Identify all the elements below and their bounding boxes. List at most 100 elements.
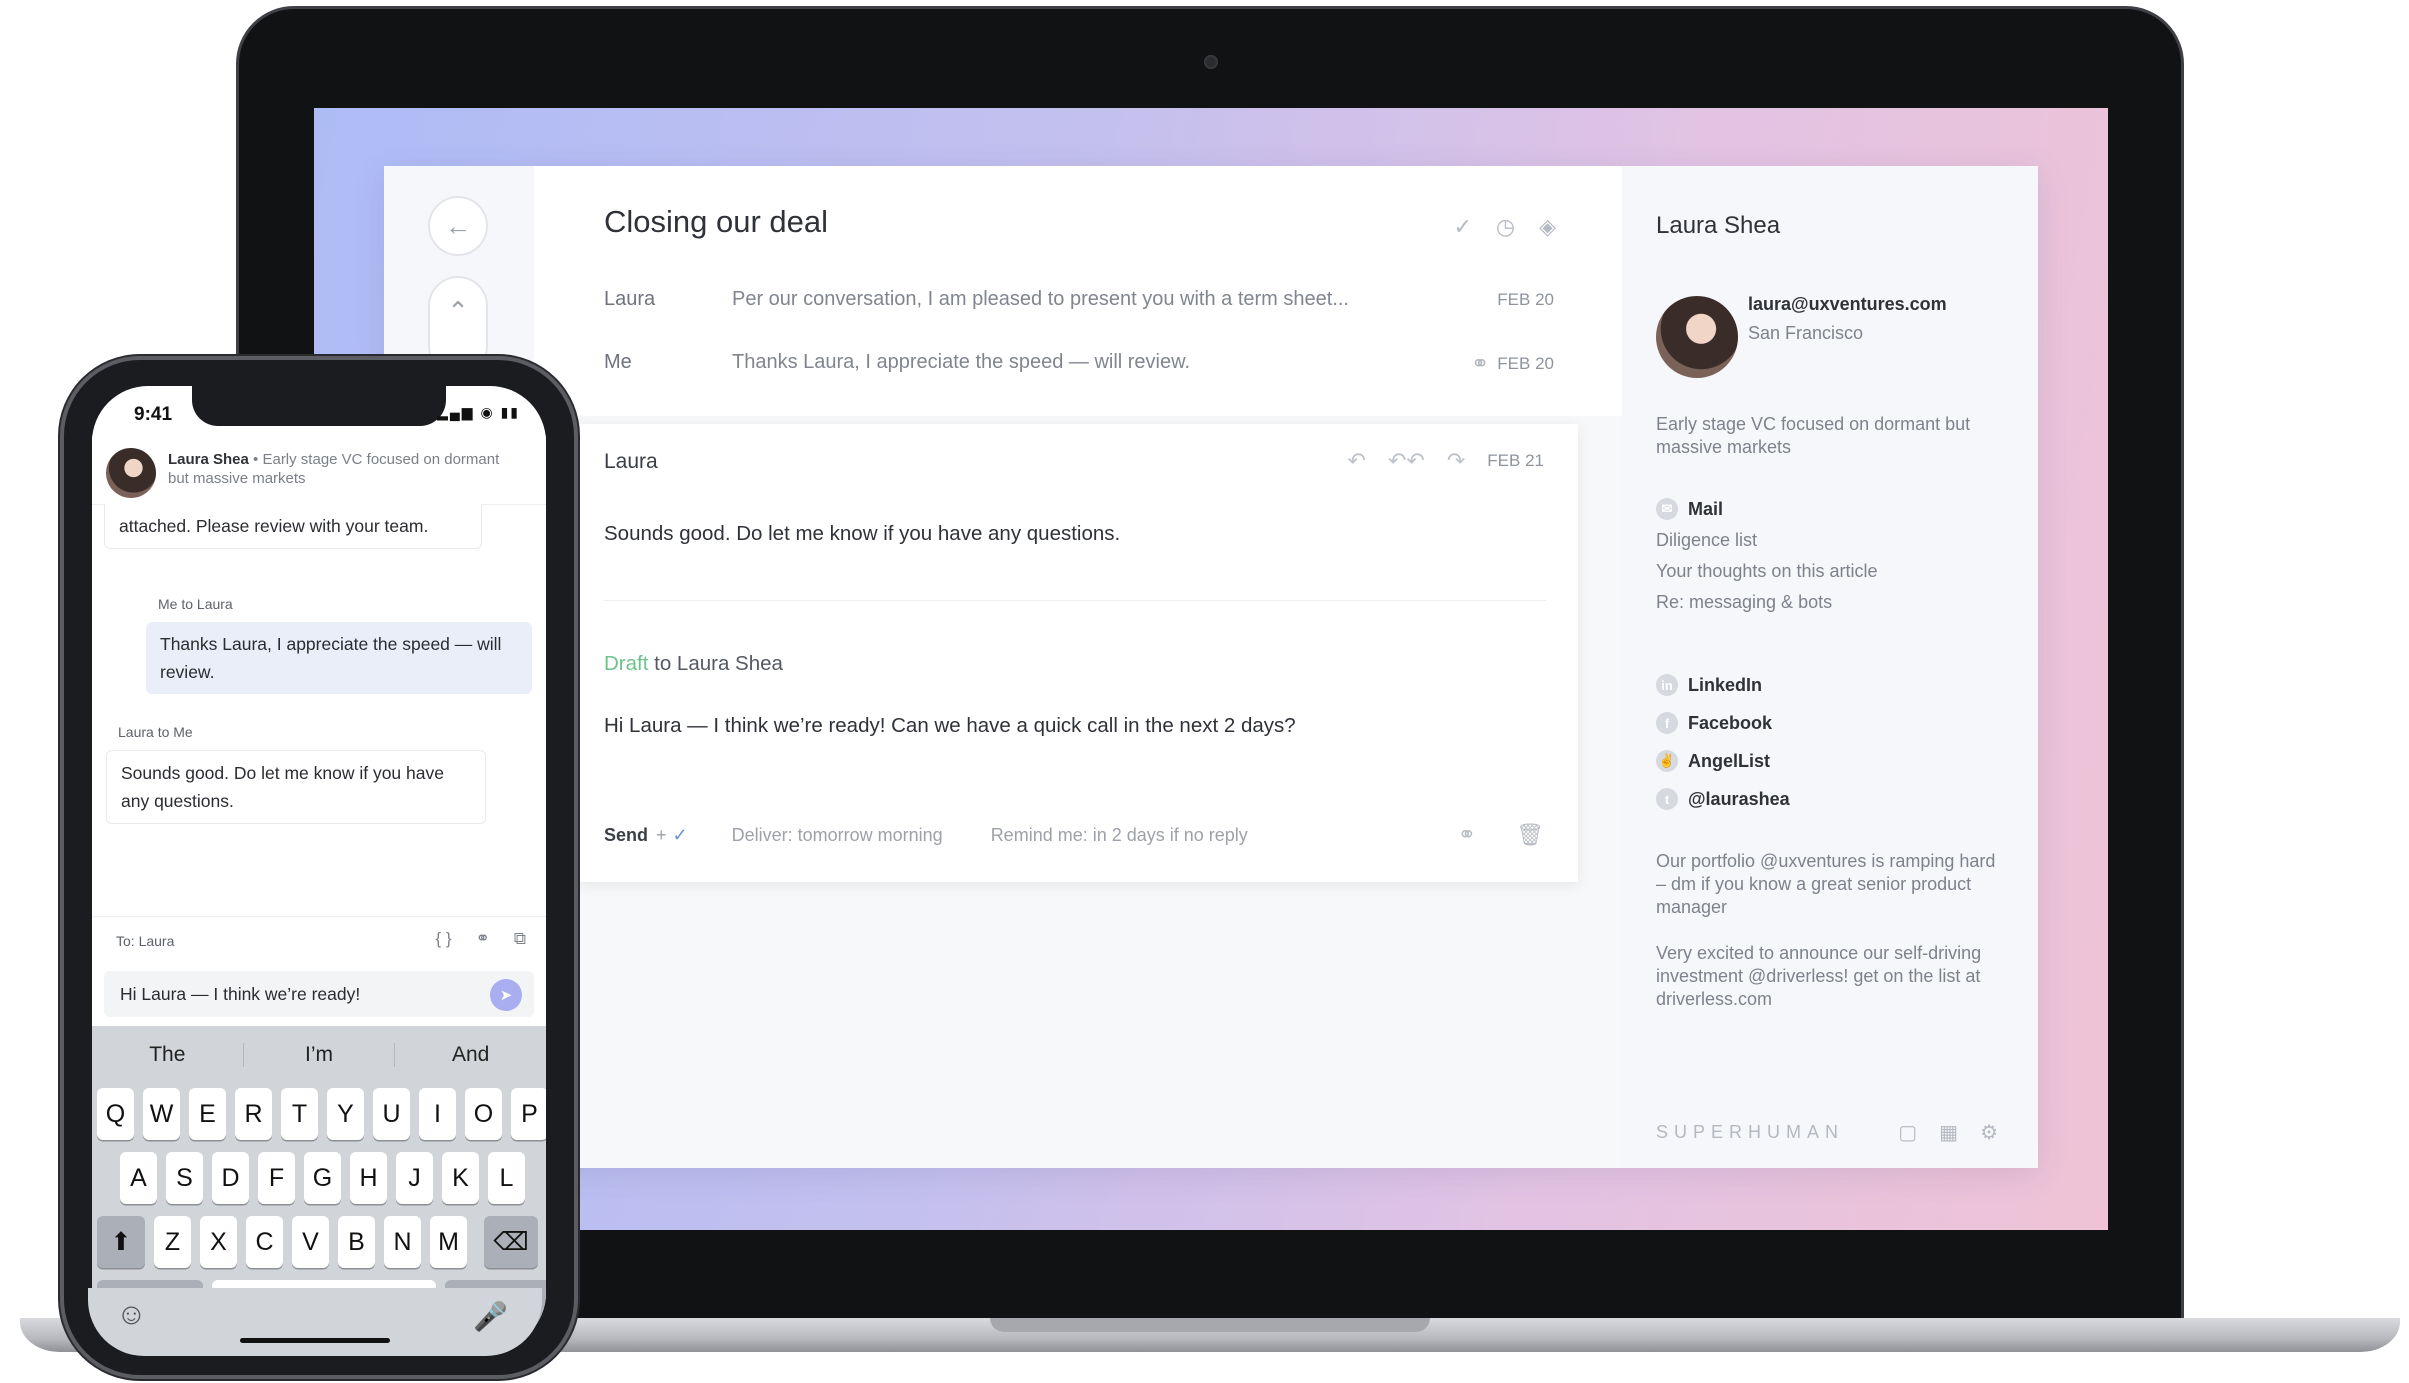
- backspace-icon: ⌫: [493, 1228, 529, 1256]
- check-icon[interactable]: ✓: [673, 825, 688, 846]
- message-meta: Laura to Me: [118, 724, 193, 740]
- key[interactable]: U: [373, 1088, 410, 1140]
- key[interactable]: N: [384, 1216, 421, 1268]
- contact-location: San Francisco: [1748, 323, 1864, 343]
- facebook-icon: f: [1656, 712, 1678, 734]
- suggestion[interactable]: I’m: [244, 1043, 396, 1067]
- attach-icon[interactable]: ⚭: [1458, 822, 1476, 848]
- social-link-angellist[interactable]: ✌ AngelList: [1656, 750, 1790, 772]
- mail-link[interactable]: Your thoughts on this article: [1656, 561, 1877, 582]
- key[interactable]: K: [442, 1152, 479, 1204]
- key[interactable]: C: [246, 1216, 283, 1268]
- shift-key[interactable]: ⬆: [97, 1216, 145, 1268]
- reply-icon[interactable]: ↶: [1348, 448, 1366, 474]
- keyboard-suggestions: The I’m And: [92, 1026, 546, 1084]
- key[interactable]: I: [419, 1088, 456, 1140]
- back-button[interactable]: ←: [428, 196, 488, 256]
- battery-icon: ▮▮: [500, 404, 520, 420]
- forward-icon[interactable]: ↷: [1447, 448, 1465, 474]
- chat-icon[interactable]: ▢: [1898, 1120, 1917, 1145]
- phone: 9:41 ▂▄▆ ◉ ▮▮ Laura Shea • Early stage V…: [60, 356, 578, 1379]
- attach-icon[interactable]: ⚭: [476, 929, 490, 949]
- send-plus[interactable]: +: [656, 825, 667, 846]
- keyboard-bottom-bar: ☺ 🎤: [88, 1288, 542, 1356]
- suggestion[interactable]: The: [92, 1043, 244, 1067]
- social-label: AngelList: [1688, 750, 1771, 771]
- social-link-facebook[interactable]: f Facebook: [1656, 712, 1790, 734]
- key[interactable]: R: [235, 1088, 272, 1140]
- layers-icon[interactable]: ◈: [1539, 214, 1556, 240]
- keyboard-row-2: A S D F G H J K L: [120, 1152, 525, 1204]
- mail-icon: ✉: [1656, 498, 1678, 520]
- message-snippet: Per our conversation, I am pleased to pr…: [732, 288, 1349, 310]
- status-icons: ▂▄▆ ◉ ▮▮: [437, 404, 520, 421]
- tweet: Very excited to announce our self-drivin…: [1656, 943, 1982, 1009]
- mail-link[interactable]: Re: messaging & bots: [1656, 592, 1877, 613]
- reply-all-icon[interactable]: ↶↶: [1388, 448, 1425, 474]
- mail-heading-label: Mail: [1688, 498, 1724, 519]
- clock-icon[interactable]: ◷: [1496, 214, 1515, 240]
- social-label: Facebook: [1688, 712, 1773, 733]
- contact-email[interactable]: laura@uxventures.com: [1748, 294, 1947, 315]
- tweet: Our portfolio @uxventures is ramping har…: [1656, 851, 1996, 917]
- message-bubble: attached. Please review with your team.: [104, 504, 482, 549]
- key[interactable]: J: [396, 1152, 433, 1204]
- draft-body-editor[interactable]: Hi Laura — I think we’re ready! Can we h…: [604, 714, 1296, 738]
- message-sender: Laura: [604, 288, 656, 310]
- social-link-twitter[interactable]: t @laurashea: [1656, 788, 1790, 810]
- send-button[interactable]: ➤: [490, 979, 522, 1011]
- key[interactable]: L: [488, 1152, 525, 1204]
- key[interactable]: O: [465, 1088, 502, 1140]
- expand-icon[interactable]: ⧉: [514, 929, 526, 949]
- deliver-later-option[interactable]: Deliver: tomorrow morning: [732, 825, 943, 846]
- gear-icon[interactable]: ⚙: [1980, 1120, 1998, 1145]
- key[interactable]: H: [350, 1152, 387, 1204]
- key[interactable]: T: [281, 1088, 318, 1140]
- chevron-up-icon: ⌃: [447, 296, 469, 326]
- key[interactable]: P: [511, 1088, 546, 1140]
- key[interactable]: M: [430, 1216, 467, 1268]
- message-row[interactable]: Me Thanks Laura, I appreciate the speed …: [604, 351, 1554, 377]
- social-link-linkedin[interactable]: in LinkedIn: [1656, 674, 1790, 696]
- conversation-header: Laura Shea • Early stage VC focused on d…: [92, 434, 546, 504]
- draft-label: Draft: [604, 652, 649, 675]
- emoji-icon[interactable]: ☺: [116, 1298, 147, 1332]
- key[interactable]: W: [143, 1088, 180, 1140]
- contact-name: Laura Shea: [1656, 212, 1781, 239]
- key[interactable]: S: [166, 1152, 203, 1204]
- phone-screen: 9:41 ▂▄▆ ◉ ▮▮ Laura Shea • Early stage V…: [92, 386, 546, 1349]
- trash-icon[interactable]: 🗑: [1516, 822, 1544, 848]
- open-message-sender: Laura: [604, 450, 658, 473]
- divider: [604, 600, 1546, 601]
- key[interactable]: D: [212, 1152, 249, 1204]
- key[interactable]: B: [338, 1216, 375, 1268]
- snippet-icon[interactable]: { }: [436, 929, 452, 949]
- compose-to[interactable]: To: Laura: [116, 933, 174, 949]
- message-row[interactable]: Laura Per our conversation, I am pleased…: [604, 288, 1554, 311]
- key[interactable]: E: [189, 1088, 226, 1140]
- key[interactable]: A: [120, 1152, 157, 1204]
- check-icon[interactable]: ✓: [1453, 214, 1471, 240]
- twitter-icon: t: [1656, 788, 1678, 810]
- send-button[interactable]: Send: [604, 825, 648, 846]
- key[interactable]: Q: [97, 1088, 134, 1140]
- calendar-icon[interactable]: ▦: [1939, 1120, 1958, 1145]
- mail-link[interactable]: Diligence list: [1656, 530, 1877, 551]
- key[interactable]: Z: [154, 1216, 191, 1268]
- key[interactable]: G: [304, 1152, 341, 1204]
- sidebar-footer: SUPERHUMAN ▢ ▦ ⚙: [1656, 1120, 1998, 1145]
- remind-me-option[interactable]: Remind me: in 2 days if no reply: [991, 825, 1248, 846]
- key[interactable]: V: [292, 1216, 329, 1268]
- camera-dot: [1204, 55, 1218, 69]
- suggestion[interactable]: And: [395, 1043, 546, 1067]
- avatar: [1656, 296, 1738, 378]
- key[interactable]: F: [258, 1152, 295, 1204]
- compose-input[interactable]: Hi Laura — I think we’re ready! ➤: [104, 971, 534, 1017]
- backspace-key[interactable]: ⌫: [484, 1216, 538, 1268]
- key[interactable]: Y: [327, 1088, 364, 1140]
- microphone-icon[interactable]: 🎤: [473, 1300, 508, 1333]
- keyboard-row-1: Q W E R T Y U I O P: [97, 1088, 546, 1140]
- phone-notch: [192, 386, 446, 426]
- key[interactable]: X: [200, 1216, 237, 1268]
- open-message-date: FEB 21: [1487, 451, 1544, 470]
